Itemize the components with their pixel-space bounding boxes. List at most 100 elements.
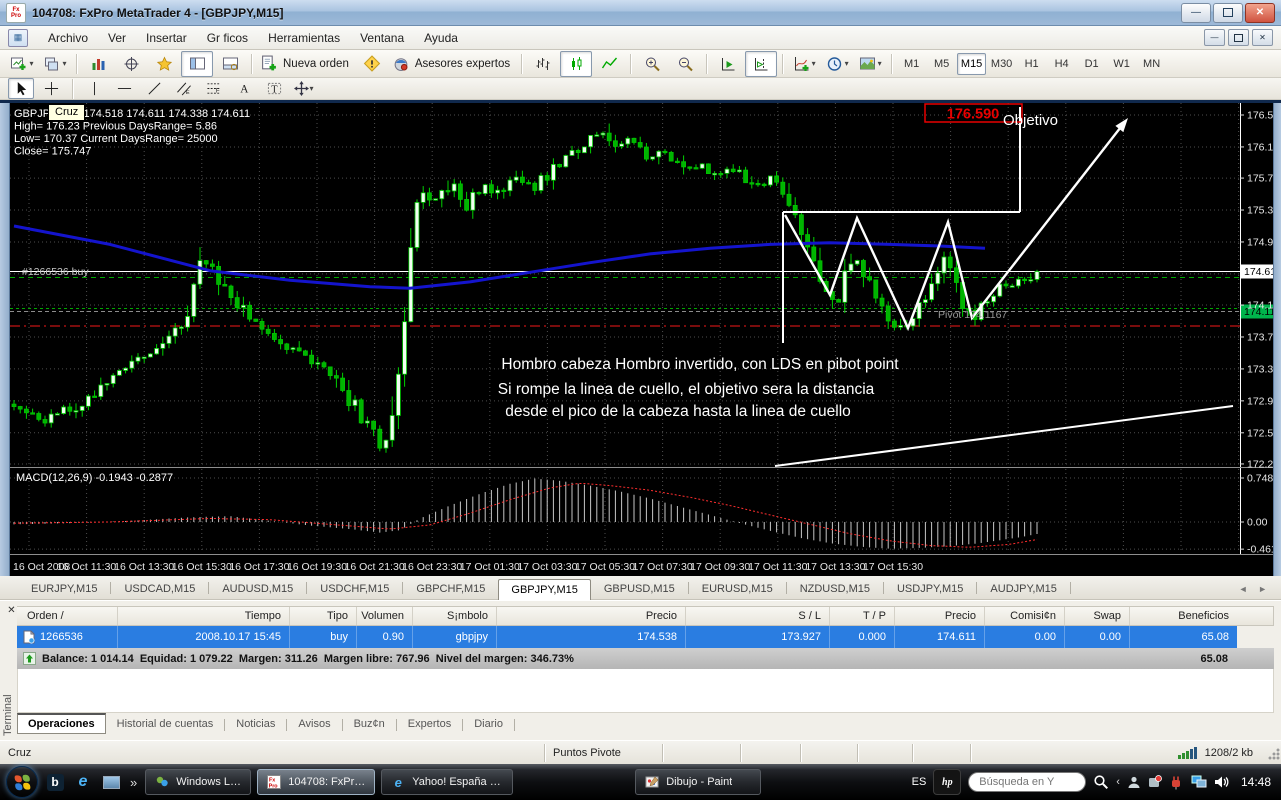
mdi-restore-button[interactable] (1228, 29, 1249, 46)
candlestick-chart-button[interactable] (560, 51, 592, 77)
channel-tool-button[interactable]: E (171, 78, 197, 99)
menu-insertar[interactable]: Insertar (136, 28, 197, 48)
timeframe-m30-button[interactable]: M30 (987, 53, 1016, 75)
timeframe-mn-button[interactable]: MN (1137, 53, 1166, 75)
data-window-button[interactable] (115, 51, 147, 77)
timeframe-h4-button[interactable]: H4 (1047, 53, 1076, 75)
menu-ver[interactable]: Ver (98, 28, 136, 48)
header-swap[interactable]: Swap (1065, 607, 1130, 625)
start-button[interactable] (6, 766, 38, 798)
periods-button[interactable]: ▾ (821, 51, 853, 77)
chart-tab-usdchf[interactable]: USDCHF,M15 (307, 579, 402, 599)
taskbar-button-messenger[interactable]: Windows Live Mess... (145, 769, 251, 795)
favorites-button[interactable] (148, 51, 180, 77)
header-comision[interactable]: Comisi¢n (985, 607, 1065, 625)
trendline-tool-button[interactable] (141, 78, 167, 99)
chart-tab-nzdusd[interactable]: NZDUSD,M15 (787, 579, 883, 599)
header-volumen[interactable]: Volumen (357, 607, 413, 625)
text-tool-button[interactable]: A (231, 78, 257, 99)
quicklaunch-ie-icon[interactable]: e (72, 770, 94, 794)
market-watch-button[interactable] (82, 51, 114, 77)
zoom-out-button[interactable] (669, 51, 701, 77)
timeframe-d1-button[interactable]: D1 (1077, 53, 1106, 75)
navigator-toggle-button[interactable] (181, 51, 213, 77)
resize-grip[interactable] (1265, 745, 1281, 761)
terminal-tab-buzon[interactable]: Buz¢n (343, 714, 396, 734)
terminal-tab-operaciones[interactable]: Operaciones (17, 713, 106, 734)
chart-tab-eurjpy[interactable]: EURJPY,M15 (18, 579, 110, 599)
network-tray-icon[interactable] (1191, 775, 1207, 789)
crosshair-tool-button[interactable] (38, 78, 64, 99)
chart-tab-gbpchf[interactable]: GBPCHF,M15 (403, 579, 498, 599)
terminal-tab-diario[interactable]: Diario (463, 714, 514, 734)
power-plug-tray-icon[interactable] (1169, 775, 1184, 790)
order-row[interactable]: 1266536 2008.10.17 15:45 buy 0.90 gbpjpy… (17, 626, 1237, 648)
maximize-button[interactable] (1213, 3, 1243, 23)
new-chart-button[interactable]: ▾ (6, 51, 38, 77)
menu-archivo[interactable]: Archivo (38, 28, 98, 48)
line-chart-button[interactable] (593, 51, 625, 77)
minimize-button[interactable]: — (1181, 3, 1211, 23)
taskbar-clock[interactable]: 14:48 (1237, 775, 1275, 789)
alert-tray-icon[interactable] (1148, 775, 1162, 789)
close-button[interactable]: ✕ (1245, 3, 1275, 23)
chart-tab-audusd[interactable]: AUDUSD,M15 (209, 579, 306, 599)
timeframe-m1-button[interactable]: M1 (897, 53, 926, 75)
mdi-close-button[interactable]: ✕ (1252, 29, 1273, 46)
chart-tab-usdcad[interactable]: USDCAD,M15 (111, 579, 208, 599)
menu-graficos[interactable]: Gr ficos (197, 28, 258, 48)
timeframe-w1-button[interactable]: W1 (1107, 53, 1136, 75)
header-simbolo[interactable]: S¡mbolo (413, 607, 497, 625)
tray-collapse-icon[interactable]: ‹ (1116, 776, 1120, 788)
search-icon[interactable] (1093, 774, 1109, 790)
taskbar-button-yahoo[interactable]: e Yahoo! España - Wi... (381, 769, 513, 795)
search-box[interactable] (968, 772, 1086, 792)
header-sl[interactable]: S / L (686, 607, 830, 625)
zoom-in-button[interactable] (636, 51, 668, 77)
asesores-expertos-button[interactable]: Asesores expertos (389, 51, 516, 77)
show-desktop-icon[interactable] (100, 770, 122, 794)
text-label-tool-button[interactable]: T (261, 78, 287, 99)
search-input[interactable] (977, 775, 1077, 789)
terminal-tab-noticias[interactable]: Noticias (225, 714, 286, 734)
timeframe-m5-button[interactable]: M5 (927, 53, 956, 75)
header-beneficios[interactable]: Beneficios (1130, 607, 1237, 625)
mdi-minimize-button[interactable]: — (1204, 29, 1225, 46)
header-precio-open[interactable]: Precio (497, 607, 686, 625)
taskbar-button-metatrader[interactable]: FxPro 104708: FxPro Meta... (257, 769, 375, 795)
nueva-orden-button[interactable]: Nueva orden (257, 51, 355, 77)
timeframe-m15-button[interactable]: M15 (957, 53, 986, 75)
taskbar-button-paint[interactable]: Dibujo - Paint (635, 769, 761, 795)
chart-canvas[interactable]: 176.590 Objetivo Hombro cabeza Hombro in… (10, 103, 1273, 576)
terminal-tab-expertos[interactable]: Expertos (397, 714, 462, 734)
fibonacci-tool-button[interactable]: F (201, 78, 227, 99)
indicators-button[interactable]: ▾ (788, 51, 820, 77)
chart-tab-usdjpy[interactable]: USDJPY,M15 (884, 579, 976, 599)
terminal-tab-avisos[interactable]: Avisos (287, 714, 341, 734)
chart-shift-button[interactable] (745, 51, 777, 77)
volume-tray-icon[interactable] (1214, 775, 1230, 789)
timeframe-h1-button[interactable]: H1 (1017, 53, 1046, 75)
header-orden[interactable]: Orden / (17, 607, 118, 625)
header-tiempo[interactable]: Tiempo (118, 607, 290, 625)
vertical-line-tool-button[interactable] (81, 78, 107, 99)
menu-ayuda[interactable]: Ayuda (414, 28, 468, 48)
chart-tab-eurusd[interactable]: EURUSD,M15 (689, 579, 786, 599)
tab-scroll-arrows[interactable]: ◄ ► (1239, 584, 1271, 594)
templates-button[interactable]: ▾ (854, 51, 886, 77)
terminal-toggle-button[interactable] (214, 51, 246, 77)
chart-window-right-edge[interactable] (1273, 103, 1281, 576)
head-and-shoulders-zigzag[interactable] (785, 123, 1124, 328)
bar-chart-button[interactable] (527, 51, 559, 77)
language-indicator[interactable]: ES (912, 776, 927, 788)
terminal-tab-historial[interactable]: Historial de cuentas (106, 714, 225, 734)
chart-tab-audjpy[interactable]: AUDJPY,M15 (977, 579, 1069, 599)
profiles-button[interactable]: ▾ (39, 51, 71, 77)
alerts-button[interactable] (356, 51, 388, 77)
header-tipo[interactable]: Tipo (290, 607, 357, 625)
chart-tab-gbpjpy-active[interactable]: GBPJPY,M15 (498, 579, 590, 600)
arrows-tool-button[interactable]: ▾ (291, 78, 317, 99)
header-precio-current[interactable]: Precio (895, 607, 985, 625)
cursor-tool-button[interactable] (8, 78, 34, 99)
quicklaunch-overflow-chevron[interactable]: » (128, 775, 139, 790)
